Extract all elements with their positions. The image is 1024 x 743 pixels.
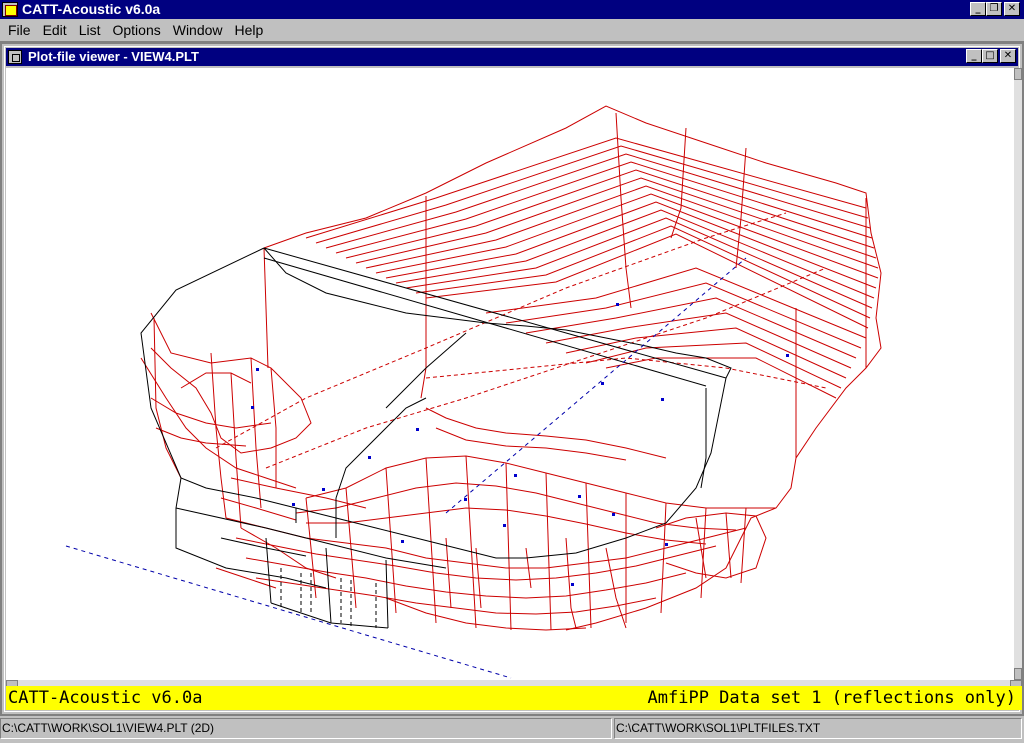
scroll-down-icon[interactable]	[1014, 668, 1022, 680]
menu-bar: File Edit List Options Window Help	[0, 19, 1024, 41]
minimize-icon[interactable]: _	[966, 49, 982, 63]
status-panel-file: C:\CATT\WORK\SOL1\VIEW4.PLT (2D)	[0, 718, 612, 739]
close-icon[interactable]: ✕	[1000, 49, 1016, 63]
status-bar: C:\CATT\WORK\SOL1\VIEW4.PLT (2D) C:\CATT…	[0, 716, 1024, 743]
wireframe-red	[140, 105, 882, 631]
blue-points	[251, 303, 789, 586]
menu-edit[interactable]: Edit	[37, 20, 73, 40]
child-window-controls: _ □ ✕	[966, 49, 1016, 63]
plot-viewer-window: Plot-file viewer - VIEW4.PLT _ □ ✕ CATT-…	[2, 44, 1022, 714]
plot-canvas[interactable]	[6, 68, 1014, 680]
close-icon[interactable]: ✕	[1004, 2, 1020, 16]
menu-options[interactable]: Options	[106, 20, 166, 40]
maximize-icon[interactable]: □	[982, 49, 998, 63]
restore-icon[interactable]: ❐	[986, 2, 1002, 16]
app-window-controls: _ ❐ ✕	[970, 2, 1020, 16]
app-title-bar: CATT-Acoustic v6.0a _ ❐ ✕	[0, 0, 1024, 19]
wireframe-plot	[65, 105, 882, 679]
info-bar-right-text: AmfiPP Data set 1 (reflections only)	[647, 688, 1016, 708]
scroll-up-icon[interactable]	[1014, 68, 1022, 80]
plot-info-bar: CATT-Acoustic v6.0a AmfiPP Data set 1 (r…	[6, 686, 1022, 710]
dashed-blue-lines	[65, 257, 747, 679]
minimize-icon[interactable]: _	[970, 2, 986, 16]
plot-viewer-title-bar: Plot-file viewer - VIEW4.PLT _ □ ✕	[6, 48, 1018, 66]
app-title: CATT-Acoustic v6.0a	[22, 1, 161, 17]
wireframe-black	[140, 247, 732, 629]
menu-window[interactable]: Window	[167, 20, 229, 40]
plot-viewer-title: Plot-file viewer - VIEW4.PLT	[28, 49, 199, 64]
menu-help[interactable]: Help	[229, 20, 270, 40]
status-panel-list: C:\CATT\WORK\SOL1\PLTFILES.TXT	[614, 718, 1022, 739]
menu-list[interactable]: List	[73, 20, 107, 40]
mdi-client-area: Plot-file viewer - VIEW4.PLT _ □ ✕ CATT-…	[0, 41, 1024, 716]
app-icon[interactable]	[2, 2, 18, 17]
menu-file[interactable]: File	[2, 20, 37, 40]
document-icon[interactable]	[8, 50, 22, 64]
vertical-scrollbar[interactable]	[1014, 68, 1022, 680]
info-bar-left-text: CATT-Acoustic v6.0a	[8, 688, 203, 708]
